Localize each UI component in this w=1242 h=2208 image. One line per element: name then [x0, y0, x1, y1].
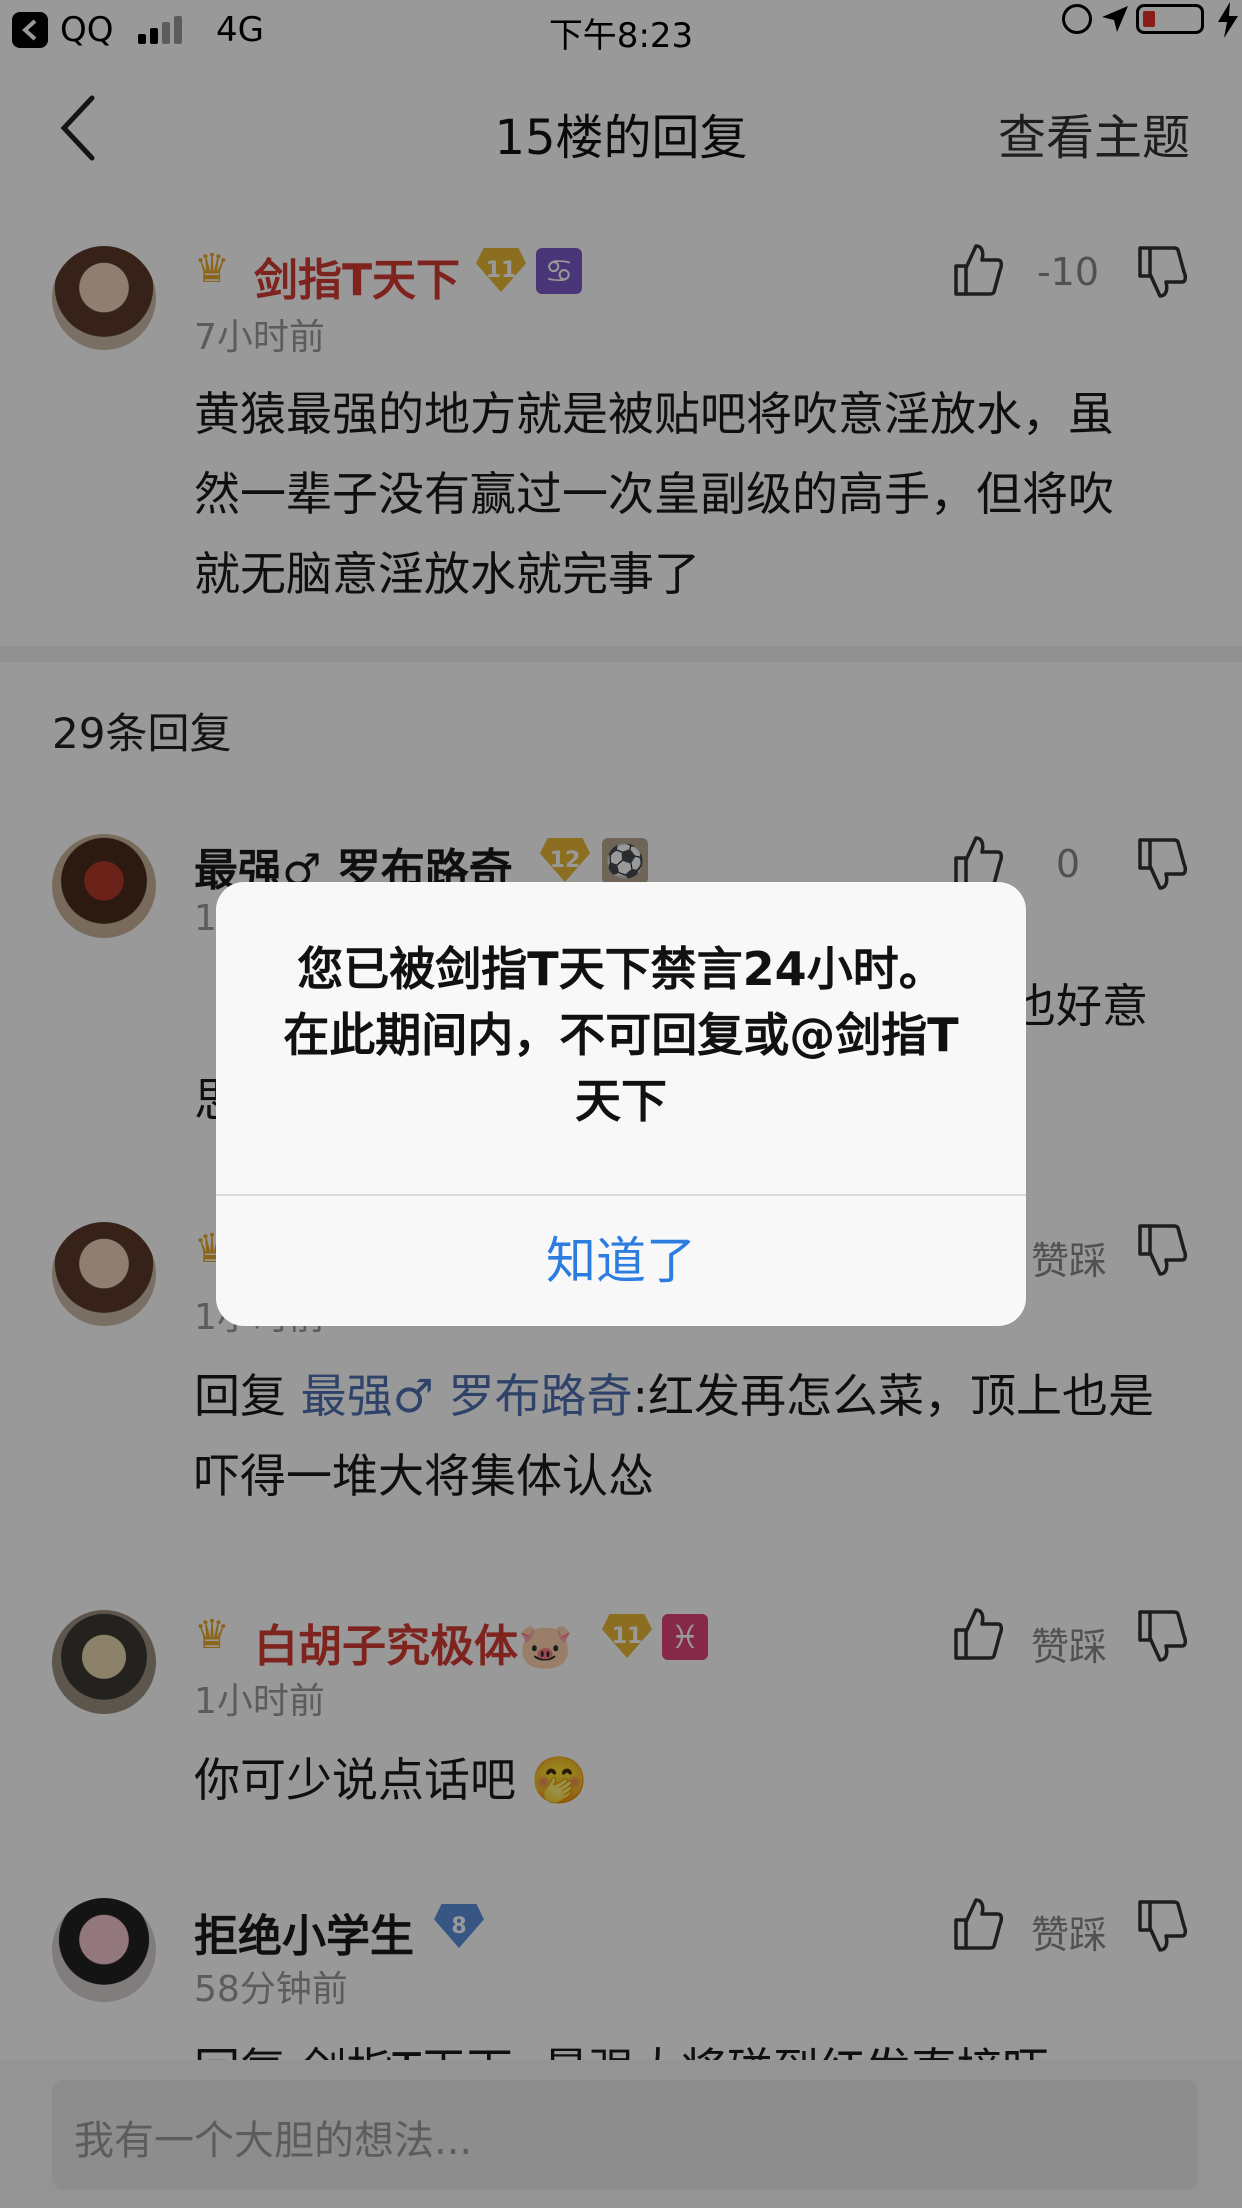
mute-alert-dialog: 您已被剑指T天下禁言24小时。在此期间内，不可回复或@剑指T天下 知道了 — [216, 882, 1026, 1326]
got-it-button[interactable]: 知道了 — [216, 1196, 1026, 1326]
alert-message: 您已被剑指T天下禁言24小时。在此期间内，不可回复或@剑指T天下 — [283, 942, 959, 1128]
